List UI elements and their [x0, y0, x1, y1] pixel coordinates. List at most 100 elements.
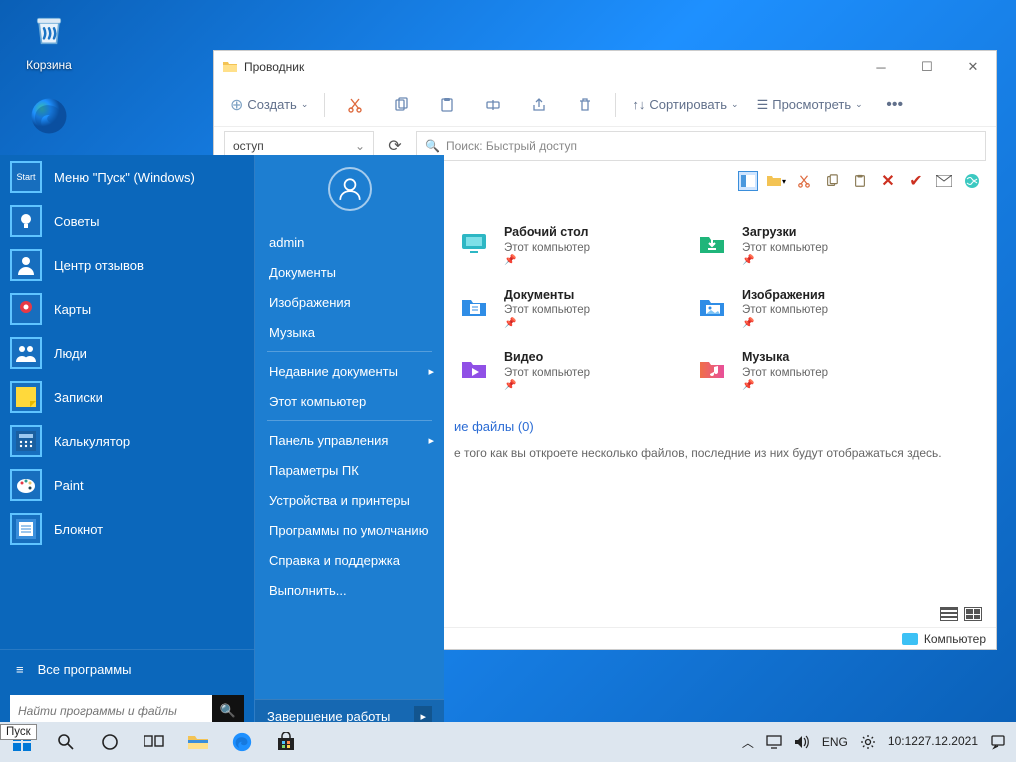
- tray-display-icon[interactable]: [760, 722, 788, 762]
- folder-location: Этот компьютер: [504, 241, 590, 255]
- qtb-copy-icon[interactable]: [822, 171, 842, 191]
- folder-icon: [692, 288, 732, 324]
- quick-access-folder[interactable]: ИзображенияЭтот компьютер📌: [692, 288, 902, 331]
- start-item-note[interactable]: Записки: [0, 375, 254, 419]
- start-right-item[interactable]: Недавние документы: [255, 356, 444, 386]
- view-button[interactable]: ☰ Просмотреть ⌄: [751, 97, 869, 113]
- user-name-item[interactable]: admin: [255, 227, 444, 257]
- edge-icon: [25, 92, 73, 140]
- start-right-item[interactable]: Панель управления: [255, 425, 444, 455]
- tray-overflow[interactable]: ︿: [736, 722, 760, 762]
- start-item-person[interactable]: Центр отзывов: [0, 243, 254, 287]
- people-icon: [10, 337, 42, 369]
- qtb-paste-icon[interactable]: [850, 171, 870, 191]
- start-item-calc[interactable]: Калькулятор: [0, 419, 254, 463]
- start-item-people[interactable]: Люди: [0, 331, 254, 375]
- taskbar-explorer[interactable]: [176, 722, 220, 762]
- folder-location: Этот компьютер: [504, 366, 590, 380]
- start-item-bulb[interactable]: Советы: [0, 199, 254, 243]
- quick-access-folder[interactable]: ЗагрузкиЭтот компьютер📌: [692, 225, 902, 268]
- window-title: Проводник: [244, 60, 304, 74]
- folder-name: Музыка: [742, 350, 828, 366]
- qtb-x-icon[interactable]: ✕: [878, 171, 898, 191]
- start-menu: StartМеню "Пуск" (Windows) Советы Центр от…: [0, 155, 444, 733]
- start-item-label: Советы: [54, 214, 99, 229]
- start-right-item[interactable]: Этот компьютер: [255, 386, 444, 416]
- start-right-item[interactable]: Программы по умолчанию: [255, 515, 444, 545]
- folder-icon: [454, 225, 494, 261]
- task-view-button[interactable]: [132, 722, 176, 762]
- taskbar-edge[interactable]: [220, 722, 264, 762]
- qtb-check-icon[interactable]: ✔: [906, 171, 926, 191]
- close-button[interactable]: ✕: [950, 51, 996, 83]
- tray-settings-icon[interactable]: [854, 722, 882, 762]
- sort-button[interactable]: ↑↓ Сортировать ⌄: [626, 97, 744, 112]
- qtb-mail-icon[interactable]: [934, 171, 954, 191]
- quick-access-folder[interactable]: ВидеоЭтот компьютер📌: [454, 350, 664, 393]
- view-details-icon[interactable]: [940, 607, 958, 621]
- search-icon: 🔍: [425, 139, 440, 153]
- start-item-label: Карты: [54, 302, 91, 317]
- start-item-label: Центр отзывов: [54, 258, 144, 273]
- search-input[interactable]: 🔍 Поиск: Быстрый доступ: [416, 131, 986, 161]
- share-button[interactable]: [519, 87, 559, 123]
- hamburger-icon: ≡: [16, 662, 24, 677]
- qtb-cut-icon[interactable]: [794, 171, 814, 191]
- recent-files-header: ие файлы (0): [454, 419, 980, 434]
- recycle-bin-icon: [25, 6, 73, 54]
- qtb-pane-icon[interactable]: [738, 171, 758, 191]
- bulb-icon: [10, 205, 42, 237]
- desktop-icon-edge[interactable]: [14, 92, 84, 144]
- folder-icon: [454, 288, 494, 324]
- start-right-item[interactable]: Документы: [255, 257, 444, 287]
- start-item-notepad[interactable]: Блокнот: [0, 507, 254, 551]
- start-right-item[interactable]: Параметры ПК: [255, 455, 444, 485]
- start-right-item[interactable]: Изображения: [255, 287, 444, 317]
- new-button[interactable]: ⊕Создать ⌄: [224, 95, 314, 115]
- pin-icon: 📌: [504, 318, 590, 331]
- taskbar-store[interactable]: [264, 722, 308, 762]
- start-right-item[interactable]: Музыка: [255, 317, 444, 347]
- rename-button[interactable]: [473, 87, 513, 123]
- maximize-button[interactable]: ☐: [904, 51, 950, 83]
- quick-access-folder[interactable]: Рабочий столЭтот компьютер📌: [454, 225, 664, 268]
- desktop-icon-recycle-bin[interactable]: Корзина: [14, 6, 84, 72]
- tray-volume-icon[interactable]: [788, 722, 816, 762]
- start-item-label: Paint: [54, 478, 84, 493]
- minimize-button[interactable]: ─: [858, 51, 904, 83]
- cortana-button[interactable]: [88, 722, 132, 762]
- view-large-icon[interactable]: [964, 607, 982, 621]
- qtb-globe-icon[interactable]: [962, 171, 982, 191]
- copy-button[interactable]: [381, 87, 421, 123]
- start-item-paint[interactable]: Paint: [0, 463, 254, 507]
- qtb-folder-icon[interactable]: ▾: [766, 171, 786, 191]
- cut-button[interactable]: [335, 87, 375, 123]
- tray-action-center-icon[interactable]: [984, 722, 1012, 762]
- start-item-pin[interactable]: Карты: [0, 287, 254, 331]
- delete-button[interactable]: [565, 87, 605, 123]
- tray-language[interactable]: ENG: [816, 722, 854, 762]
- taskbar-search-button[interactable]: [44, 722, 88, 762]
- user-avatar[interactable]: [328, 167, 372, 211]
- system-tray: ︿ ENG 10:12 27.12.2021: [736, 722, 1016, 762]
- start-right-item[interactable]: Выполнить...: [255, 575, 444, 605]
- all-programs-button[interactable]: ≡ Все программы: [0, 649, 254, 689]
- pin-icon: 📌: [742, 380, 828, 393]
- start-right-item[interactable]: Устройства и принтеры: [255, 485, 444, 515]
- start-search-input[interactable]: [10, 704, 212, 718]
- folder-name: Загрузки: [742, 225, 828, 241]
- quick-access-folder[interactable]: ДокументыЭтот компьютер📌: [454, 288, 664, 331]
- start-menu-right: admin ДокументыИзображенияМузыка Недавни…: [255, 155, 444, 733]
- more-button[interactable]: •••: [875, 87, 915, 123]
- start-item-start[interactable]: StartМеню "Пуск" (Windows): [0, 155, 254, 199]
- paste-button[interactable]: [427, 87, 467, 123]
- titlebar[interactable]: Проводник ─ ☐ ✕: [214, 51, 996, 83]
- quick-access-folder[interactable]: МузыкаЭтот компьютер📌: [692, 350, 902, 393]
- desktop-icon-label: Корзина: [14, 58, 84, 72]
- start-right-item[interactable]: Справка и поддержка: [255, 545, 444, 575]
- folder-icon: [454, 350, 494, 386]
- tray-clock[interactable]: 10:12 27.12.2021: [882, 722, 984, 762]
- start-item-label: Блокнот: [54, 522, 103, 537]
- pin-icon: 📌: [742, 255, 828, 268]
- note-icon: [10, 381, 42, 413]
